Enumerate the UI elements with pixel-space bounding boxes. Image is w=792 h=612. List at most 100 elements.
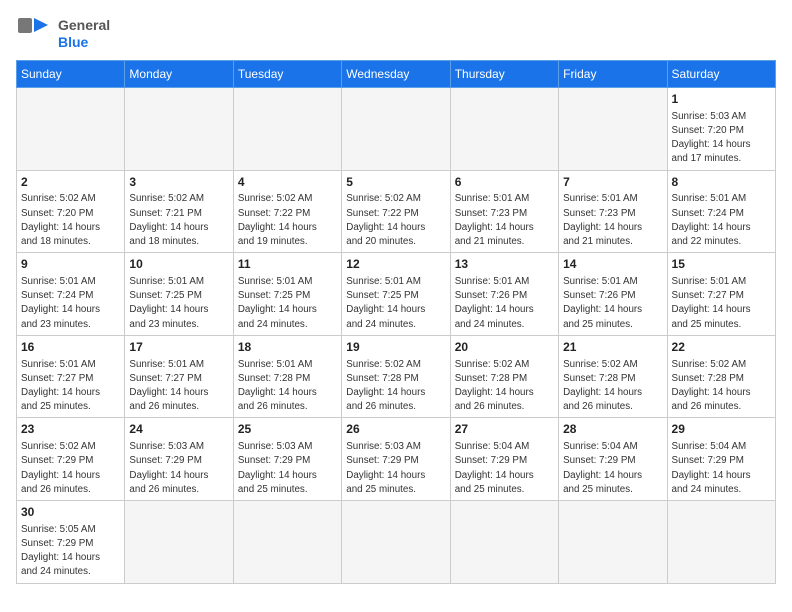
- day-number: 2: [21, 174, 120, 191]
- day-info: Sunrise: 5:01 AMSunset: 7:24 PMDaylight:…: [672, 192, 771, 249]
- calendar-day-cell: [559, 501, 667, 584]
- day-number: 5: [346, 174, 445, 191]
- calendar-day-cell: 14 Sunrise: 5:01 AMSunset: 7:26 PMDayligh…: [559, 253, 667, 336]
- calendar-day-cell: 1Sunrise: 5:03 AMSunset: 7:20 PMDaylight…: [667, 88, 775, 171]
- calendar-day-cell: 3Sunrise: 5:02 AMSunset: 7:21 PMDaylight…: [125, 170, 233, 253]
- calendar-day-cell: 8Sunrise: 5:01 AMSunset: 7:24 PMDaylight…: [667, 170, 775, 253]
- calendar-day-cell: [342, 501, 450, 584]
- day-info: Sunrise: 5:01 AMSunset: 7:28 PMDaylight:…: [238, 358, 337, 415]
- day-of-week-header: Sunday: [17, 61, 125, 88]
- day-info: Sunrise: 5:01 AMSunset: 7:23 PMDaylight:…: [563, 192, 662, 249]
- calendar-day-cell: 26Sunrise: 5:03 AMSunset: 7:29 PMDayligh…: [342, 418, 450, 501]
- day-info: Sunrise: 5:02 AMSunset: 7:29 PMDaylight:…: [21, 440, 120, 497]
- calendar-day-cell: 13Sunrise: 5:01 AMSunset: 7:26 PMDayligh…: [450, 253, 558, 336]
- day-number: 3: [129, 174, 228, 191]
- day-info: Sunrise: 5:02 AMSunset: 7:28 PMDaylight:…: [346, 358, 445, 415]
- calendar-day-cell: 30 Sunrise: 5:05 AMSunset: 7:29 PMDayligh…: [17, 501, 125, 584]
- day-number: 12: [346, 256, 445, 273]
- calendar-day-cell: 4Sunrise: 5:02 AMSunset: 7:22 PMDaylight…: [233, 170, 341, 253]
- day-info: Sunrise: 5:01 AMSunset: 7:27 PMDaylight:…: [129, 358, 228, 415]
- day-info: Sunrise: 5:02 AMSunset: 7:21 PMDaylight:…: [129, 192, 228, 249]
- calendar-day-cell: 12 Sunrise: 5:01 AMSunset: 7:25 PMDayligh…: [342, 253, 450, 336]
- day-info: Sunrise: 5:05 AMSunset: 7:29 PMDaylight:…: [21, 523, 120, 580]
- day-number: 14: [563, 256, 662, 273]
- calendar-day-cell: 7Sunrise: 5:01 AMSunset: 7:23 PMDaylight…: [559, 170, 667, 253]
- day-info: Sunrise: 5:02 AMSunset: 7:28 PMDaylight:…: [563, 358, 662, 415]
- day-info: Sunrise: 5:01 AMSunset: 7:25 PMDaylight:…: [129, 275, 228, 332]
- calendar-day-cell: [233, 88, 341, 171]
- day-number: 22: [672, 339, 771, 356]
- day-info: Sunrise: 5:03 AMSunset: 7:29 PMDaylight:…: [129, 440, 228, 497]
- day-info: Sunrise: 5:03 AMSunset: 7:29 PMDaylight:…: [238, 440, 337, 497]
- calendar-day-cell: [450, 501, 558, 584]
- day-number: 30: [21, 504, 120, 521]
- day-number: 20: [455, 339, 554, 356]
- logo-blue-text: Blue: [58, 34, 110, 51]
- day-of-week-header: Thursday: [450, 61, 558, 88]
- calendar-day-cell: [667, 501, 775, 584]
- calendar-day-cell: [125, 88, 233, 171]
- day-info: Sunrise: 5:02 AMSunset: 7:28 PMDaylight:…: [672, 358, 771, 415]
- day-of-week-header: Tuesday: [233, 61, 341, 88]
- calendar-day-cell: 16Sunrise: 5:01 AMSunset: 7:27 PMDayligh…: [17, 335, 125, 418]
- calendar-day-cell: [450, 88, 558, 171]
- day-number: 10: [129, 256, 228, 273]
- day-number: 28: [563, 421, 662, 438]
- day-of-week-header: Wednesday: [342, 61, 450, 88]
- calendar-day-cell: 2Sunrise: 5:02 AMSunset: 7:20 PMDaylight…: [17, 170, 125, 253]
- day-number: 29: [672, 421, 771, 438]
- day-number: 8: [672, 174, 771, 191]
- generalblue-icon: [16, 16, 52, 52]
- day-info: Sunrise: 5:04 AMSunset: 7:29 PMDaylight:…: [563, 440, 662, 497]
- day-number: 17: [129, 339, 228, 356]
- day-number: 21: [563, 339, 662, 356]
- calendar-day-cell: 9Sunrise: 5:01 AMSunset: 7:24 PMDaylight…: [17, 253, 125, 336]
- calendar-week-row: 1Sunrise: 5:03 AMSunset: 7:20 PMDaylight…: [17, 88, 776, 171]
- calendar-day-cell: 11Sunrise: 5:01 AMSunset: 7:25 PMDayligh…: [233, 253, 341, 336]
- calendar-day-cell: 22 Sunrise: 5:02 AMSunset: 7:28 PMDayligh…: [667, 335, 775, 418]
- calendar-header-row: SundayMondayTuesdayWednesdayThursdayFrid…: [17, 61, 776, 88]
- day-of-week-header: Saturday: [667, 61, 775, 88]
- calendar-day-cell: [17, 88, 125, 171]
- day-info: Sunrise: 5:02 AMSunset: 7:20 PMDaylight:…: [21, 192, 120, 249]
- calendar-day-cell: 23 Sunrise: 5:02 AMSunset: 7:29 PMDayligh…: [17, 418, 125, 501]
- day-info: Sunrise: 5:01 AMSunset: 7:23 PMDaylight:…: [455, 192, 554, 249]
- day-info: Sunrise: 5:01 AMSunset: 7:24 PMDaylight:…: [21, 275, 120, 332]
- calendar-day-cell: [342, 88, 450, 171]
- calendar-week-row: 2Sunrise: 5:02 AMSunset: 7:20 PMDaylight…: [17, 170, 776, 253]
- calendar-day-cell: 15Sunrise: 5:01 AMSunset: 7:27 PMDayligh…: [667, 253, 775, 336]
- calendar-day-cell: 18Sunrise: 5:01 AMSunset: 7:28 PMDayligh…: [233, 335, 341, 418]
- logo: GeneralBlue: [16, 16, 110, 52]
- day-info: Sunrise: 5:01 AMSunset: 7:25 PMDaylight:…: [346, 275, 445, 332]
- calendar-day-cell: 25 Sunrise: 5:03 AMSunset: 7:29 PMDayligh…: [233, 418, 341, 501]
- day-info: Sunrise: 5:01 AMSunset: 7:27 PMDaylight:…: [21, 358, 120, 415]
- calendar-day-cell: [559, 88, 667, 171]
- day-number: 25: [238, 421, 337, 438]
- calendar: SundayMondayTuesdayWednesdayThursdayFrid…: [16, 60, 776, 584]
- day-info: Sunrise: 5:01 AMSunset: 7:26 PMDaylight:…: [563, 275, 662, 332]
- day-info: Sunrise: 5:02 AMSunset: 7:28 PMDaylight:…: [455, 358, 554, 415]
- calendar-day-cell: 27Sunrise: 5:04 AMSunset: 7:29 PMDayligh…: [450, 418, 558, 501]
- day-info: Sunrise: 5:03 AMSunset: 7:29 PMDaylight:…: [346, 440, 445, 497]
- day-number: 7: [563, 174, 662, 191]
- calendar-day-cell: 10 Sunrise: 5:01 AMSunset: 7:25 PMDayligh…: [125, 253, 233, 336]
- day-number: 19: [346, 339, 445, 356]
- calendar-day-cell: 21 Sunrise: 5:02 AMSunset: 7:28 PMDayligh…: [559, 335, 667, 418]
- calendar-day-cell: 19 Sunrise: 5:02 AMSunset: 7:28 PMDayligh…: [342, 335, 450, 418]
- day-info: Sunrise: 5:02 AMSunset: 7:22 PMDaylight:…: [346, 192, 445, 249]
- day-info: Sunrise: 5:01 AMSunset: 7:26 PMDaylight:…: [455, 275, 554, 332]
- calendar-day-cell: 29Sunrise: 5:04 AMSunset: 7:29 PMDayligh…: [667, 418, 775, 501]
- day-info: Sunrise: 5:02 AMSunset: 7:22 PMDaylight:…: [238, 192, 337, 249]
- day-of-week-header: Friday: [559, 61, 667, 88]
- calendar-day-cell: 28 Sunrise: 5:04 AMSunset: 7:29 PMDayligh…: [559, 418, 667, 501]
- day-number: 24: [129, 421, 228, 438]
- header: GeneralBlue: [16, 16, 776, 52]
- logo-general-text: General: [58, 17, 110, 34]
- calendar-week-row: 16Sunrise: 5:01 AMSunset: 7:27 PMDayligh…: [17, 335, 776, 418]
- day-number: 23: [21, 421, 120, 438]
- calendar-day-cell: 17 Sunrise: 5:01 AMSunset: 7:27 PMDayligh…: [125, 335, 233, 418]
- day-number: 15: [672, 256, 771, 273]
- day-number: 11: [238, 256, 337, 273]
- day-info: Sunrise: 5:04 AMSunset: 7:29 PMDaylight:…: [455, 440, 554, 497]
- day-number: 6: [455, 174, 554, 191]
